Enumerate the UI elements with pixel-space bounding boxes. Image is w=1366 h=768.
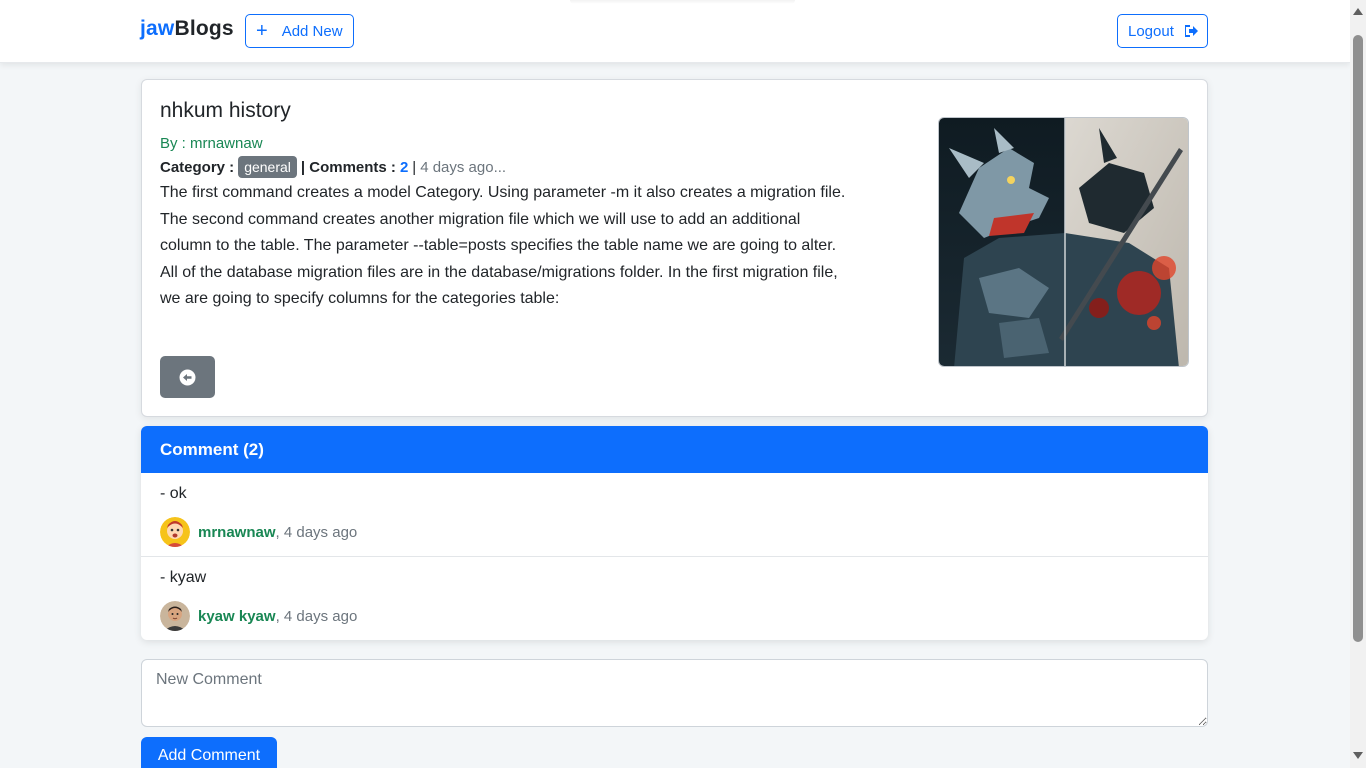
comment-text: - ok: [160, 485, 187, 502]
back-arrow-icon: [179, 369, 196, 385]
avatar: [160, 601, 190, 631]
comment-meta: mrnawnaw, 4 days ago: [160, 517, 357, 547]
meta-separator: |: [412, 158, 417, 176]
brand-logo-part1: jaw: [140, 17, 175, 40]
top-navbar: jawBlogs + Add New Logout: [0, 0, 1350, 63]
page-scrollbar[interactable]: [1350, 0, 1366, 768]
category-label: Category :: [160, 158, 235, 176]
post-time: 4 days ago...: [420, 158, 507, 176]
brand-logo[interactable]: jawBlogs: [140, 17, 234, 41]
comments-card: Comment (2) - ok mrnawnaw, 4 days ago - …: [141, 426, 1208, 640]
logout-label: Logout: [1128, 22, 1174, 40]
category-badge[interactable]: general: [238, 156, 297, 178]
post-card: nhkum history By : mrnawnaw Category : g…: [141, 79, 1208, 417]
comments-count: 2: [399, 158, 409, 176]
comment-time: , 4 days ago: [275, 523, 358, 541]
comment-text: - kyaw: [160, 569, 207, 586]
logout-button[interactable]: Logout: [1117, 14, 1208, 48]
avatar: [160, 517, 190, 547]
new-comment-input[interactable]: [141, 659, 1208, 727]
add-new-label: Add New: [281, 22, 343, 40]
back-button[interactable]: [160, 356, 215, 398]
comment-item: - kyaw kyaw kyaw, 4 days ago: [141, 557, 1208, 640]
comment-meta: kyaw kyaw, 4 days ago: [160, 601, 357, 631]
top-shadow: [570, 0, 795, 4]
comment-user[interactable]: mrnawnaw: [198, 524, 276, 541]
comments-label: | Comments :: [300, 158, 396, 176]
post-image: [938, 117, 1189, 367]
add-comment-button[interactable]: Add Comment: [141, 737, 277, 768]
comment-item: - ok mrnawnaw, 4 days ago: [141, 473, 1208, 557]
post-title: nhkum history: [160, 99, 291, 122]
scrollbar-thumb[interactable]: [1353, 35, 1363, 642]
comments-header: Comment (2): [141, 426, 1208, 473]
post-body: The first command creates a model Catego…: [160, 184, 846, 307]
comment-time: , 4 days ago: [275, 607, 358, 625]
comment-user[interactable]: kyaw kyaw: [198, 608, 276, 625]
plus-icon: +: [256, 20, 268, 42]
brand-logo-part2: Blogs: [174, 17, 234, 40]
post-author[interactable]: By : mrnawnaw: [160, 135, 263, 152]
scroll-down-arrow-icon[interactable]: [1353, 752, 1363, 759]
add-new-button[interactable]: + Add New: [245, 14, 354, 48]
post-meta: Category : general | Comments : 2 | 4 da…: [160, 156, 506, 178]
logout-icon: [1183, 24, 1199, 38]
scroll-up-arrow-icon[interactable]: [1353, 8, 1363, 15]
